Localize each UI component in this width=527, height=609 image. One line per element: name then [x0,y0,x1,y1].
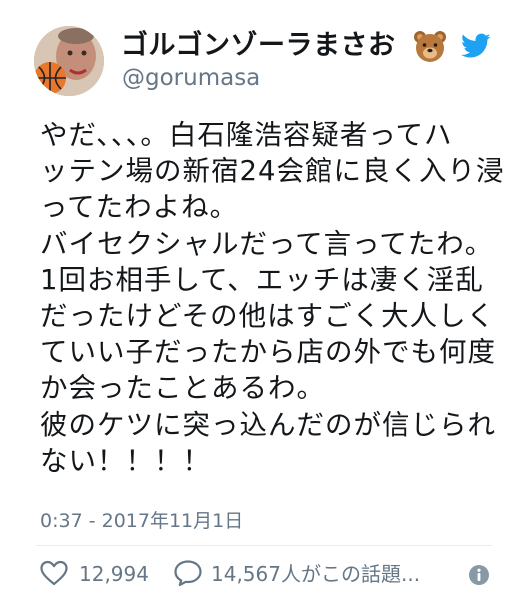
tweet-text: やだ、、、。白石隆浩容疑者ってハ ッテン場の新宿24会館に良く入り浸 ってたわよ… [40,117,510,479]
reply-summary[interactable]: 14,567人がこの話題... [211,561,420,587]
tweet-actions: 12,994 14,567人がこの話題... [40,557,500,591]
like-count[interactable]: 12,994 [79,561,149,587]
heart-icon[interactable] [40,560,68,586]
tweet-text-line: 彼のケツに突っ込んだのが信じられ [40,408,496,441]
display-name[interactable]: ゴルゴンゾーラまさお [121,28,395,64]
reply-bubble-icon[interactable] [173,559,203,587]
avatar[interactable] [34,26,104,96]
tweet-text-line: 1回お相手して、エッチは凄く淫乱 [40,263,484,296]
tweet-text-line: ってたわよね。 [40,191,239,224]
info-icon[interactable] [468,564,490,586]
tweet-text-line: ない！！！！ [40,444,211,477]
divider [36,545,492,546]
tweet-text-line: ッテン場の新宿24会館に良く入り浸 [40,155,505,188]
user-handle[interactable]: @gorumasa [122,63,260,93]
tweet-text-line: だったけどその他はすごく大人しく [40,300,496,333]
tweet-timestamp[interactable]: 0:37 - 2017年11月1日 [40,508,243,534]
tweet-text-line: やだ、、、。白石隆浩容疑者ってハ [40,119,453,151]
tweet-card: ゴルゴンゾーラまさお @gorumasa やだ、、、。白石隆浩容疑者ってハ ッテ… [0,0,527,609]
tweet-text-line: ていい子だったから店の外でも何度 [40,336,496,369]
bear-face-icon [414,31,446,62]
tweet-text-line: か会ったことあるわ。 [40,372,325,405]
bird-icon[interactable] [461,33,491,59]
tweet-text-line: バイセクシャルだって言ってたわ。 [40,227,494,260]
